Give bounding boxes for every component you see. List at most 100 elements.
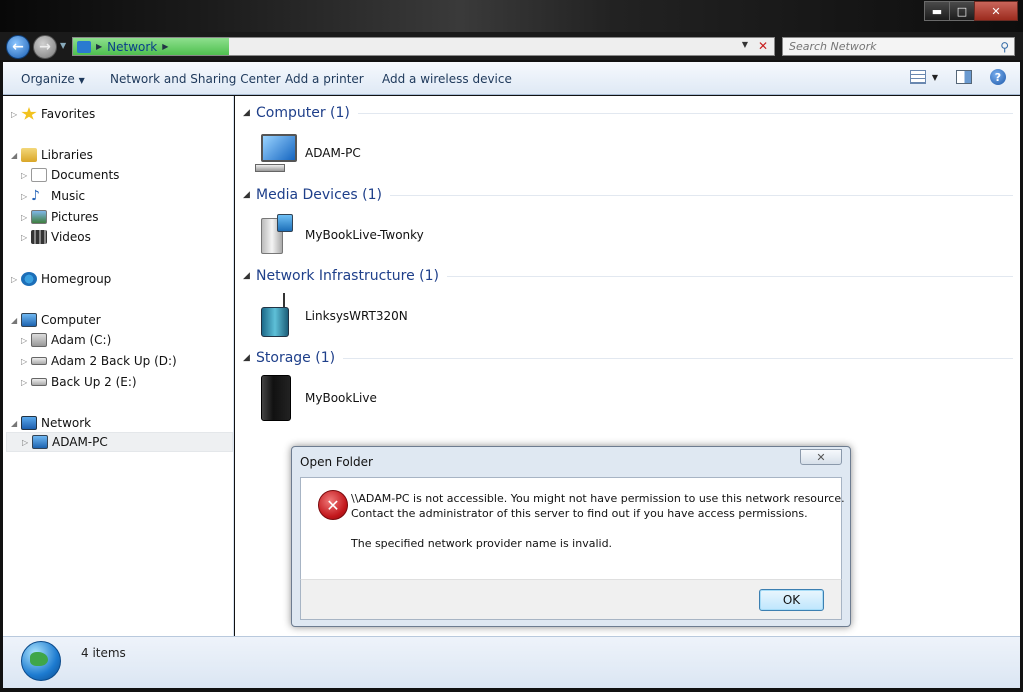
expand-arrow-icon[interactable]: ▷ (22, 438, 32, 447)
stop-icon[interactable]: ✕ (755, 39, 771, 54)
address-dropdown-icon[interactable]: ▼ (742, 40, 748, 49)
collapse-arrow-icon[interactable]: ◢ (243, 190, 256, 200)
nav-label: Adam (C:) (51, 333, 112, 347)
collapse-arrow-icon[interactable]: ◢ (243, 271, 256, 281)
group-title: Network Infrastructure (1) (256, 268, 439, 284)
add-wireless-device-button[interactable]: Add a wireless device (382, 72, 512, 86)
collapse-arrow-icon[interactable]: ◢ (11, 316, 21, 325)
item-count: 4 items (81, 646, 126, 660)
nav-item-network[interactable]: ◢ Network (11, 413, 91, 433)
network-globe-icon (21, 641, 61, 681)
ok-button[interactable]: OK (759, 589, 824, 611)
nav-item-pictures[interactable]: ▷ Pictures (21, 207, 99, 227)
nav-label: Pictures (51, 210, 99, 224)
expand-arrow-icon[interactable]: ▷ (21, 233, 31, 242)
nav-item-documents[interactable]: ▷ Documents (21, 165, 119, 185)
recent-pages-dropdown-icon[interactable]: ▼ (60, 41, 66, 50)
nav-label: Computer (41, 313, 101, 327)
group-title: Computer (1) (256, 105, 350, 121)
hard-drive-icon (31, 357, 47, 365)
music-icon: ♪ (31, 188, 40, 204)
nav-label: ADAM-PC (52, 435, 108, 449)
expand-arrow-icon[interactable]: ▷ (11, 275, 21, 284)
nav-item-homegroup[interactable]: ▷ Homegroup (11, 269, 111, 289)
collapse-arrow-icon[interactable]: ◢ (11, 151, 21, 160)
forward-arrow-icon: → (39, 39, 51, 55)
expand-arrow-icon[interactable]: ▷ (21, 171, 31, 180)
storage-drive-icon (255, 375, 301, 421)
collapse-arrow-icon[interactable]: ◢ (11, 419, 21, 428)
nav-item-computer[interactable]: ◢ Computer (11, 310, 101, 330)
documents-icon (31, 168, 47, 182)
error-message-line1: \\ADAM-PC is not accessible. You might n… (351, 492, 845, 505)
group-header-computer[interactable]: ◢ Computer (1) (243, 103, 1013, 123)
search-input[interactable] (783, 38, 983, 55)
help-icon[interactable]: ? (990, 69, 1006, 85)
address-bar[interactable]: ▶ Network ▶ ▼ ✕ (72, 37, 775, 56)
homegroup-icon (21, 272, 37, 286)
expand-arrow-icon[interactable]: ▷ (21, 357, 31, 366)
nav-item-favorites[interactable]: ▷ Favorites (11, 104, 95, 124)
nav-label: Adam 2 Back Up (D:) (51, 354, 177, 368)
change-view-icon[interactable] (909, 70, 926, 84)
expand-arrow-icon[interactable]: ▷ (21, 192, 31, 201)
device-mybooklive-twonky[interactable]: MyBookLive-Twonky (255, 211, 424, 259)
preview-pane-icon[interactable] (956, 70, 972, 84)
add-printer-button[interactable]: Add a printer (285, 72, 364, 86)
device-name: LinksysWRT320N (305, 309, 408, 323)
group-divider (389, 194, 1013, 196)
group-title: Media Devices (1) (256, 187, 382, 203)
nav-item-videos[interactable]: ▷ Videos (21, 227, 91, 247)
error-detail: The specified network provider name is i… (351, 537, 613, 550)
collapse-arrow-icon[interactable]: ◢ (243, 108, 256, 118)
nav-label: Back Up 2 (E:) (51, 375, 137, 389)
nav-label: Network (41, 416, 92, 430)
nav-item-drive-d[interactable]: ▷ Adam 2 Back Up (D:) (21, 351, 177, 371)
nav-item-adam-pc[interactable]: ▷ ADAM-PC (6, 432, 233, 452)
organize-button[interactable]: Organize ▼ (21, 72, 85, 86)
libraries-icon (21, 148, 37, 162)
device-linksys-router[interactable]: LinksysWRT320N (255, 292, 408, 340)
close-button[interactable]: ✕ (974, 1, 1018, 21)
group-header-storage[interactable]: ◢ Storage (1) (243, 348, 1013, 368)
window-controls: ▬ □ ✕ (924, 1, 1018, 21)
dialog-body: ✕ \\ADAM-PC is not accessible. You might… (300, 477, 845, 579)
expand-arrow-icon[interactable]: ▷ (21, 378, 31, 387)
group-divider (357, 112, 1013, 114)
nav-item-libraries[interactable]: ◢ Libraries (11, 145, 93, 165)
device-name: ADAM-PC (305, 146, 361, 160)
collapse-arrow-icon[interactable]: ◢ (243, 353, 256, 363)
forward-button[interactable]: → (33, 35, 57, 59)
search-box[interactable]: ⚲ (782, 37, 1015, 56)
nav-item-music[interactable]: ▷ ♪ Music (21, 186, 85, 206)
pictures-icon (31, 210, 47, 224)
open-folder-dialog: Open Folder ✕ ✕ \\ADAM-PC is not accessi… (291, 446, 851, 627)
search-icon[interactable]: ⚲ (1000, 40, 1009, 54)
dialog-close-button[interactable]: ✕ (800, 449, 842, 465)
group-header-network-infrastructure[interactable]: ◢ Network Infrastructure (1) (243, 266, 1013, 286)
device-adam-pc[interactable]: ADAM-PC (255, 129, 361, 177)
maximize-button[interactable]: □ (949, 1, 975, 21)
expand-arrow-icon[interactable]: ▷ (21, 336, 31, 345)
computer-icon (32, 435, 48, 449)
back-button[interactable]: ← (6, 35, 30, 59)
device-mybooklive[interactable]: MyBookLive (255, 374, 377, 422)
star-icon (21, 107, 37, 120)
media-server-icon (255, 212, 301, 258)
group-divider (343, 357, 1013, 359)
network-icon (21, 416, 37, 430)
network-sharing-center-button[interactable]: Network and Sharing Center (110, 72, 281, 86)
status-bar: 4 items (3, 636, 1020, 688)
nav-item-drive-c[interactable]: ▷ Adam (C:) (21, 330, 111, 350)
expand-arrow-icon[interactable]: ▷ (11, 110, 21, 119)
view-dropdown-icon[interactable]: ▼ (932, 73, 938, 82)
expand-arrow-icon[interactable]: ▷ (21, 213, 31, 222)
breadcrumb-chevron-icon[interactable]: ▶ (96, 42, 102, 51)
dialog-footer: OK (300, 579, 842, 620)
breadcrumb-chevron-icon[interactable]: ▶ (162, 42, 168, 51)
nav-item-drive-e[interactable]: ▷ Back Up 2 (E:) (21, 372, 137, 392)
minimize-button[interactable]: ▬ (924, 1, 950, 21)
group-header-media-devices[interactable]: ◢ Media Devices (1) (243, 185, 1013, 205)
computer-icon (255, 130, 301, 176)
breadcrumb-network[interactable]: Network (107, 40, 157, 54)
